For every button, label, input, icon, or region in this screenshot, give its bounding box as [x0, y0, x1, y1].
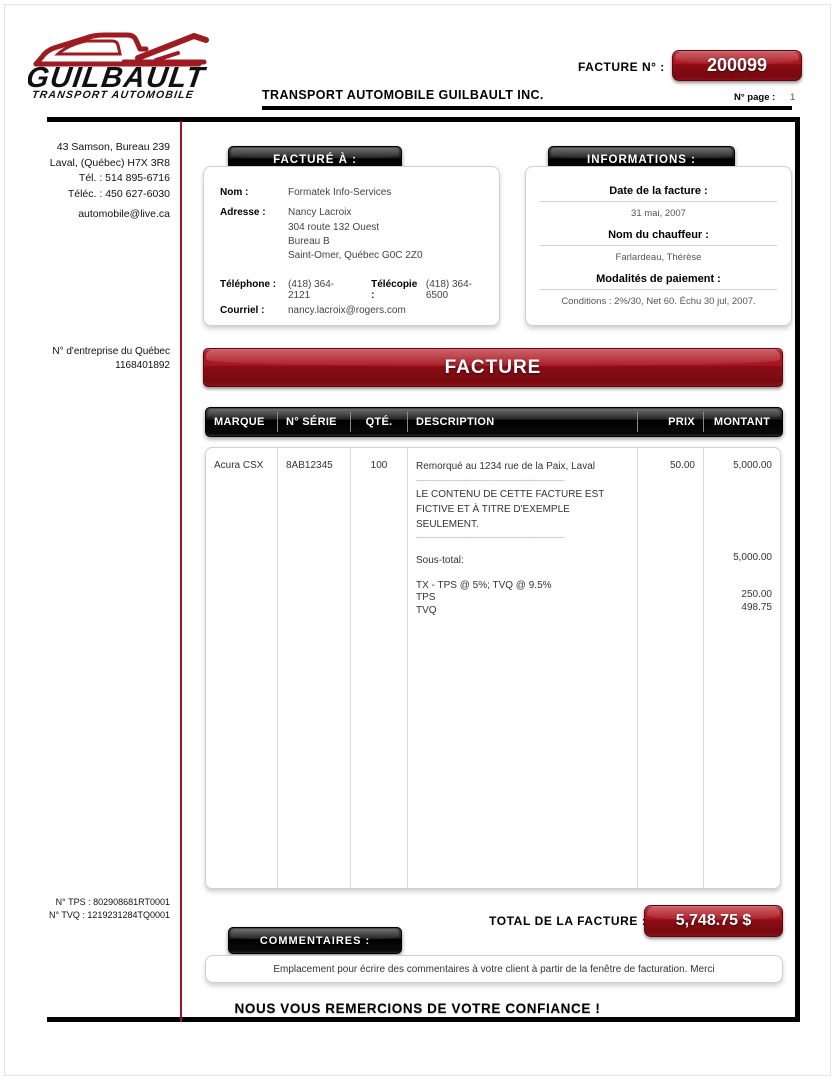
line-item-montant: 5,000.00: [733, 460, 772, 471]
tvq-amount: 498.75: [741, 602, 772, 613]
sender-address-line-2: Laval, (Québec) H7X 3R8: [49, 156, 170, 169]
invoice-page: GUILBAULT TRANSPORT AUTOMOBILE TRANSPORT…: [0, 0, 835, 1080]
informations-details: Date de la facture : 31 mai, 2007 Nom du…: [540, 185, 777, 307]
informations-title: INFORMATIONS :: [587, 154, 696, 166]
bill-to-address-line-4: Saint-Omer, Québec G0C 2Z0: [288, 250, 423, 261]
bill-to-name-label: Nom :: [220, 187, 249, 198]
driver-name-value: Farlardeau, Thérèse: [615, 252, 702, 263]
page-number-value: 1: [790, 92, 796, 103]
comments-text: Emplacement pour écrire des commentaires…: [273, 963, 715, 975]
invoice-number-badge: 200099: [672, 50, 802, 81]
cell-marque: Acura CSX: [206, 448, 278, 888]
line-item-serie: 8AB12345: [286, 460, 333, 471]
column-header-montant: MONTANT: [713, 416, 771, 428]
comments-title: COMMENTAIRES :: [259, 934, 371, 947]
tps-amount: 250.00: [741, 589, 772, 600]
thank-you-message: NOUS VOUS REMERCIONS DE VOTRE CONFIANCE …: [234, 1001, 601, 1016]
invoice-total-badge: 5,748.75 $: [644, 905, 783, 937]
bill-to-name-value: Formatek Info-Services: [288, 187, 392, 198]
description-note-line-2: FICTIVE ET À TITRE D'EXEMPLE: [416, 504, 570, 515]
payment-terms-value: Conditions : 2%/30, Net 60. Échu 30 jul,…: [561, 296, 756, 307]
cell-description: Remorqué au 1234 rue de la Paix, Laval -…: [408, 448, 638, 888]
bill-to-address-line-1: Nancy Lacroix: [288, 207, 352, 218]
subtotal-amount: 5,000.00: [733, 552, 772, 563]
bill-to-details: Nom : Formatek Info-Services Adresse : N…: [220, 187, 487, 316]
tax-header-line: TX - TPS @ 5%; TVQ @ 9.5%: [416, 580, 552, 591]
bill-to-name-row: Nom : Formatek Info-Services: [220, 187, 487, 198]
sender-email: automobile@live.ca: [78, 208, 170, 220]
bill-to-fax-label: Télécopie :: [371, 279, 418, 301]
subtotal-label: Sous-total:: [416, 555, 464, 566]
column-header-serie: N° SÉRIE: [278, 412, 351, 432]
invoice-number-label: FACTURE N° :: [578, 60, 665, 74]
svg-text:TRANSPORT AUTOMOBILE: TRANSPORT AUTOMOBILE: [31, 89, 195, 101]
tax-registration-block: N° TPS : 802908681RT0001 N° TVQ : 121923…: [10, 896, 170, 922]
line-item-qte: 100: [370, 460, 388, 471]
description-separator-bottom: ----------------------------------------…: [416, 532, 565, 542]
frame-right-border: [795, 117, 800, 1022]
description-separator-top: ----------------------------------------…: [416, 475, 565, 485]
header-rule: [262, 106, 792, 110]
invoice-date-label: Date de la facture :: [540, 185, 777, 202]
driver-name-label: Nom du chauffeur :: [540, 229, 777, 246]
bill-to-fax-value: (418) 364-6500: [425, 279, 472, 301]
description-note-line-1: LE CONTENU DE CETTE FACTURE EST: [416, 489, 605, 500]
column-header-marque: MARQUE: [206, 412, 278, 432]
sender-address-line-1: 43 Samson, Bureau 239: [56, 141, 170, 153]
bill-to-address-label: Adresse :: [220, 207, 266, 218]
sender-phone: Tél. : 514 895-6716: [78, 172, 170, 184]
invoice-header: GUILBAULT TRANSPORT AUTOMOBILE TRANSPORT…: [0, 0, 835, 117]
red-vertical-divider: [180, 121, 182, 1022]
cell-montant: 5,000.00 - - 5,000.00 250.00 498.75: [704, 448, 780, 888]
line-item-marque: Acura CSX: [214, 460, 264, 471]
qc-enterprise-label: N° d'entreprise du Québec: [52, 346, 170, 357]
bill-to-email-row: Courriel : nancy.lacroix@rogers.com: [220, 305, 487, 316]
frame-top-border: [47, 117, 800, 122]
qc-enterprise-block: N° d'entreprise du Québec 1168401892: [20, 345, 170, 373]
tvq-label: TVQ: [416, 605, 437, 616]
sender-address-block: 43 Samson, Bureau 239 Laval, (Québec) H7…: [20, 140, 170, 223]
company-name: TRANSPORT AUTOMOBILE GUILBAULT INC.: [262, 88, 544, 102]
line-item-description: Remorqué au 1234 rue de la Paix, Laval: [416, 461, 596, 472]
qc-enterprise-number: 1168401892: [115, 360, 170, 371]
sender-fax: Téléc. : 450 627-6030: [67, 187, 170, 200]
cell-prix: 50.00: [638, 448, 704, 888]
column-header-prix: PRIX: [638, 412, 704, 432]
payment-terms-label: Modalités de paiement :: [540, 273, 777, 290]
column-header-description: DESCRIPTION: [408, 412, 638, 432]
description-note-line-3: SEULEMENT.: [416, 519, 479, 530]
facture-banner: FACTURE: [203, 348, 783, 387]
invoice-total-value: 5,748.75 $: [675, 912, 752, 929]
bill-to-card: Nom : Formatek Info-Services Adresse : N…: [203, 166, 500, 326]
bill-to-email-value: nancy.lacroix@rogers.com: [288, 305, 406, 316]
bill-to-title: FACTURÉ À :: [273, 154, 357, 166]
bill-to-address-row: Adresse : Nancy Lacroix: [220, 207, 487, 218]
invoice-number-value: 200099: [706, 55, 768, 75]
bill-to-phone-row: Téléphone : (418) 364-2121 Télécopie : (…: [220, 279, 487, 301]
comments-header: COMMENTAIRES :: [228, 927, 402, 954]
bill-to-phone-value: (418) 364-2121: [288, 279, 335, 301]
tps-registration-number: N° TPS : 802908681RT0001: [55, 897, 170, 907]
facture-banner-title: FACTURE: [444, 356, 542, 378]
tvq-registration-number: N° TVQ : 1219231284TQ0001: [48, 910, 170, 920]
bill-to-phone-label: Téléphone :: [220, 279, 277, 290]
tps-label: TPS: [416, 592, 436, 603]
page-number-label: N° page :: [734, 92, 776, 103]
bill-to-address-line-3: Bureau B: [288, 236, 330, 247]
informations-card: Date de la facture : 31 mai, 2007 Nom du…: [525, 166, 792, 326]
bill-to-address-line-2: 304 route 132 Ouest: [288, 222, 380, 233]
line-items-table-header: MARQUE N° SÉRIE QTÉ. DESCRIPTION PRIX MO…: [205, 407, 783, 437]
invoice-date-value: 31 mai, 2007: [631, 208, 686, 219]
cell-qte: 100: [351, 448, 408, 888]
line-items-table-body: Acura CSX 8AB12345 100 Remorqué au 1234 …: [205, 447, 781, 889]
line-item-prix: 50.00: [669, 460, 695, 471]
comments-card[interactable]: Emplacement pour écrire des commentaires…: [205, 955, 783, 983]
bill-to-email-label: Courriel :: [220, 305, 265, 316]
invoice-total-label: TOTAL DE LA FACTURE :: [489, 914, 647, 928]
company-logo: GUILBAULT TRANSPORT AUTOMOBILE: [28, 24, 258, 102]
column-header-qte: QTÉ.: [351, 412, 408, 432]
cell-serie: 8AB12345: [278, 448, 351, 888]
frame-bottom-border: [47, 1017, 800, 1022]
